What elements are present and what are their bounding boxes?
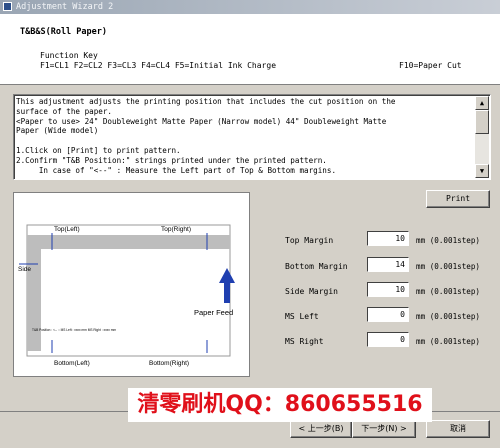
top-margin-bar	[27, 235, 230, 249]
title-bar: Adjustment Wizard 2	[0, 0, 500, 14]
ms-left-label: MS Left	[285, 312, 319, 321]
margin-diagram: Top(Left) Top(Right) Side Paper Feed T&B…	[13, 192, 250, 377]
ms-left-input[interactable]: 0	[367, 307, 409, 322]
print-button[interactable]: Print	[426, 190, 490, 208]
paper-cut-key-text: F10=Paper Cut	[399, 61, 462, 70]
paper-feed-arrow-icon	[219, 268, 235, 303]
side-margin-bar	[27, 235, 41, 351]
back-button[interactable]: < 上一步(B)	[290, 420, 352, 438]
function-keys-text: F1=CL1 F2=CL2 F3=CL3 F4=CL4 F5=Initial I…	[40, 61, 277, 70]
side-margin-label: Side Margin	[285, 287, 338, 296]
paper-feed-label: Paper Feed	[194, 308, 233, 317]
bottom-margin-input[interactable]: 14	[367, 257, 409, 272]
top-left-label: Top(Left)	[54, 226, 80, 233]
ms-left-unit: mm (0.001step)	[416, 312, 481, 321]
top-margin-label: Top Margin	[285, 236, 334, 245]
next-button[interactable]: 下一步(N) >	[352, 420, 416, 438]
ms-right-label: MS Right	[285, 337, 324, 346]
bottom-left-label: Bottom(Left)	[54, 360, 90, 367]
function-key-label: Function Key	[40, 51, 98, 60]
scroll-thumb[interactable]	[475, 110, 489, 134]
description-scrollbar[interactable]: ▲ ▼	[475, 96, 489, 178]
cancel-button[interactable]: 取消	[426, 420, 490, 438]
top-right-label: Top(Right)	[161, 226, 191, 233]
bottom-margin-unit: mm (0.001step)	[416, 262, 481, 271]
side-margin-input[interactable]: 10	[367, 282, 409, 297]
side-margin-unit: mm (0.001step)	[416, 287, 481, 296]
scroll-up-icon[interactable]: ▲	[475, 96, 489, 110]
ms-right-unit: mm (0.001step)	[416, 337, 481, 346]
top-margin-unit: mm (0.001step)	[416, 236, 481, 245]
margin-diagram-svg: Top(Left) Top(Right) Side Paper Feed T&B…	[18, 224, 235, 367]
description-text: This adjustment adjusts the printing pos…	[16, 97, 396, 175]
ms-right-input[interactable]: 0	[367, 332, 409, 347]
pattern-text-label: T&B Position : <-- :: MS Left : xxxx mm …	[32, 328, 116, 332]
page-title: T&B&S(Roll Paper)	[20, 27, 107, 37]
window-title: Adjustment Wizard 2	[16, 2, 114, 12]
scroll-down-icon[interactable]: ▼	[475, 164, 489, 178]
top-margin-input[interactable]: 10	[367, 231, 409, 246]
description-textarea[interactable]: This adjustment adjusts the printing pos…	[13, 94, 491, 180]
side-label: Side	[18, 266, 31, 273]
wizard-header: T&B&S(Roll Paper) Function Key F1=CL1 F2…	[0, 14, 500, 85]
bottom-right-label: Bottom(Right)	[149, 360, 189, 367]
app-icon	[3, 2, 12, 11]
bottom-margin-label: Bottom Margin	[285, 262, 348, 271]
watermark-banner: 清零刷机QQ：860655516	[128, 388, 432, 422]
